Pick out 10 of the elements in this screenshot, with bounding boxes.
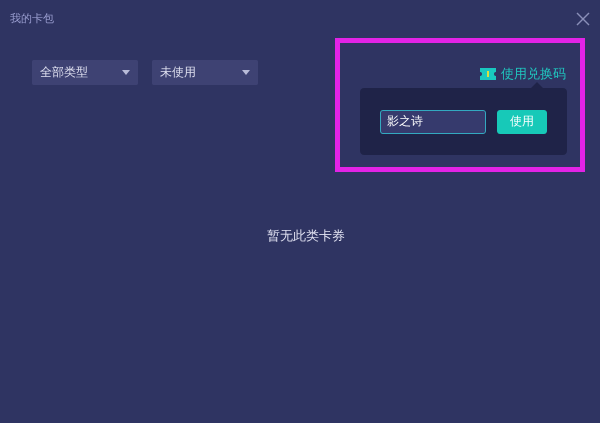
ticket-icon [479,68,497,80]
empty-message: 暂无此类卡券 [267,228,345,245]
filter-dropdown[interactable]: 全部类型 [32,60,138,85]
window-title: 我的卡包 [10,10,54,26]
caret-icon [242,70,250,75]
close-icon[interactable] [576,12,590,26]
filter-dropdown[interactable]: 未使用 [152,60,258,85]
redeem-code-link[interactable]: 使用兑换码 [476,65,566,83]
caret-icon [122,70,130,75]
code-input-field[interactable]: 影之诗 [380,110,486,134]
